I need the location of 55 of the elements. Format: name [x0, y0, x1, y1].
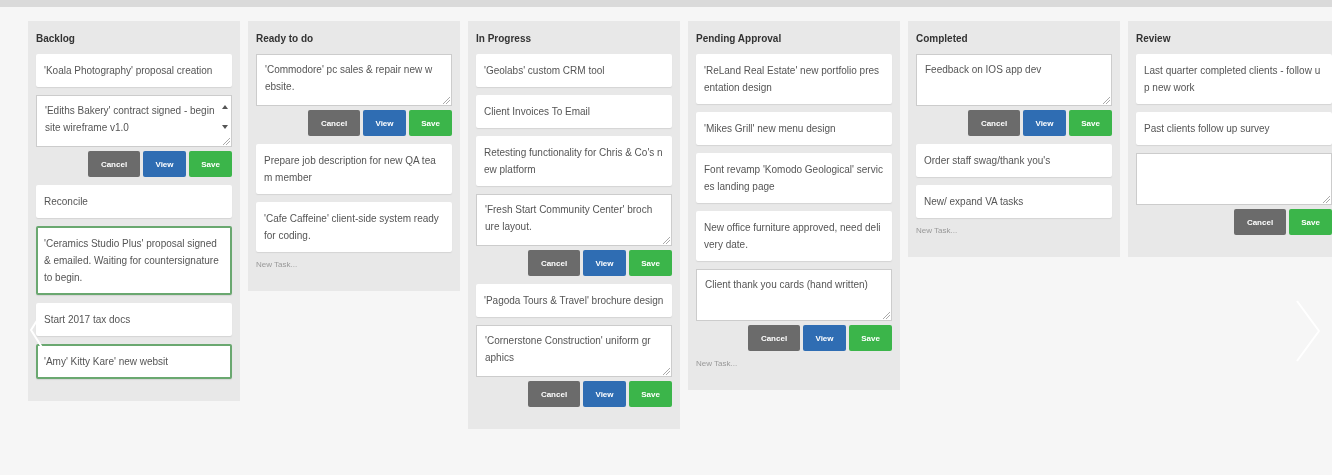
column-title: Ready to do: [256, 32, 315, 46]
column-title: In Progress: [476, 32, 533, 46]
new-task-field[interactable]: New Task...: [916, 226, 1036, 235]
task-edit-field[interactable]: [1136, 153, 1332, 205]
resize-grip-icon: [443, 97, 450, 104]
cancel-button[interactable]: Cancel: [528, 250, 580, 276]
column-title: Backlog: [36, 32, 76, 46]
task-card[interactable]: 'ReLand Real Estate' new portfolio presentation design: [696, 54, 892, 104]
column-title: Review: [1136, 32, 1172, 46]
task-edit-field[interactable]: Feedback on IOS app dev: [916, 54, 1112, 106]
task-edit-field[interactable]: 'Cornerstone Construction' uniform graphics: [476, 325, 672, 377]
view-button[interactable]: View: [803, 325, 846, 351]
task-edit-field[interactable]: Client thank you cards (hand written): [696, 269, 892, 321]
task-card[interactable]: 'Koala Photography' proposal creation: [36, 54, 232, 87]
view-button[interactable]: View: [1023, 110, 1066, 136]
column-title: Completed: [916, 32, 969, 46]
view-button[interactable]: View: [583, 250, 626, 276]
cancel-button[interactable]: Cancel: [528, 381, 580, 407]
task-card[interactable]: 'Ceramics Studio Plus' proposal signed & emailed. Waiting for countersignature to begin.: [36, 226, 232, 295]
resize-grip-icon: [223, 138, 230, 145]
new-task-field[interactable]: New Task...: [256, 260, 376, 269]
task-edit-field[interactable]: 'Ediths Bakery' contract signed - begin site wireframe v1.0: [36, 95, 232, 147]
task-card[interactable]: Retesting functionality for Chris & Co's new platform: [476, 136, 672, 186]
task-card[interactable]: Client Invoices To Email: [476, 95, 672, 128]
view-button[interactable]: View: [363, 110, 406, 136]
new-task-field[interactable]: New Task...: [696, 359, 816, 368]
resize-grip-icon: [663, 368, 670, 375]
task-card[interactable]: Start 2017 tax docs: [36, 303, 232, 336]
task-card[interactable]: Past clients follow up survey: [1136, 112, 1332, 145]
task-card[interactable]: New/ expand VA tasks: [916, 185, 1112, 218]
task-card[interactable]: 'Pagoda Tours & Travel' brochure design: [476, 284, 672, 317]
task-card[interactable]: 'Cafe Caffeine' client-side system ready for coding.: [256, 202, 452, 252]
cancel-button[interactable]: Cancel: [308, 110, 360, 136]
task-card[interactable]: Prepare job description for new QA team member: [256, 144, 452, 194]
cancel-button[interactable]: Cancel: [88, 151, 140, 177]
task-card[interactable]: Font revamp 'Komodo Geological' services landing page: [696, 153, 892, 203]
task-edit-field[interactable]: 'Commodore' pc sales & repair new website.: [256, 54, 452, 106]
task-card[interactable]: Order staff swag/thank you's: [916, 144, 1112, 177]
task-card[interactable]: 'Geolabs' custom CRM tool: [476, 54, 672, 87]
cancel-button[interactable]: Cancel: [748, 325, 800, 351]
resize-grip-icon: [1103, 97, 1110, 104]
resize-grip-icon: [883, 312, 890, 319]
resize-grip-icon: [1323, 196, 1330, 203]
task-card[interactable]: 'Amy' Kitty Kare' new websit: [36, 344, 232, 379]
task-card[interactable]: Reconcile: [36, 185, 232, 218]
task-card[interactable]: 'Mikes Grill' new menu design: [696, 112, 892, 145]
view-button[interactable]: View: [143, 151, 186, 177]
column-title: Pending Approval: [696, 32, 783, 46]
task-card[interactable]: Last quarter completed clients - follow up new work: [1136, 54, 1332, 104]
resize-grip-icon: [663, 237, 670, 244]
cancel-button[interactable]: Cancel: [1234, 209, 1286, 235]
task-edit-field[interactable]: 'Fresh Start Community Center' brochure layout.: [476, 194, 672, 246]
cancel-button[interactable]: Cancel: [968, 110, 1020, 136]
task-card[interactable]: New office furniture approved, need delivery date.: [696, 211, 892, 261]
view-button[interactable]: View: [583, 381, 626, 407]
